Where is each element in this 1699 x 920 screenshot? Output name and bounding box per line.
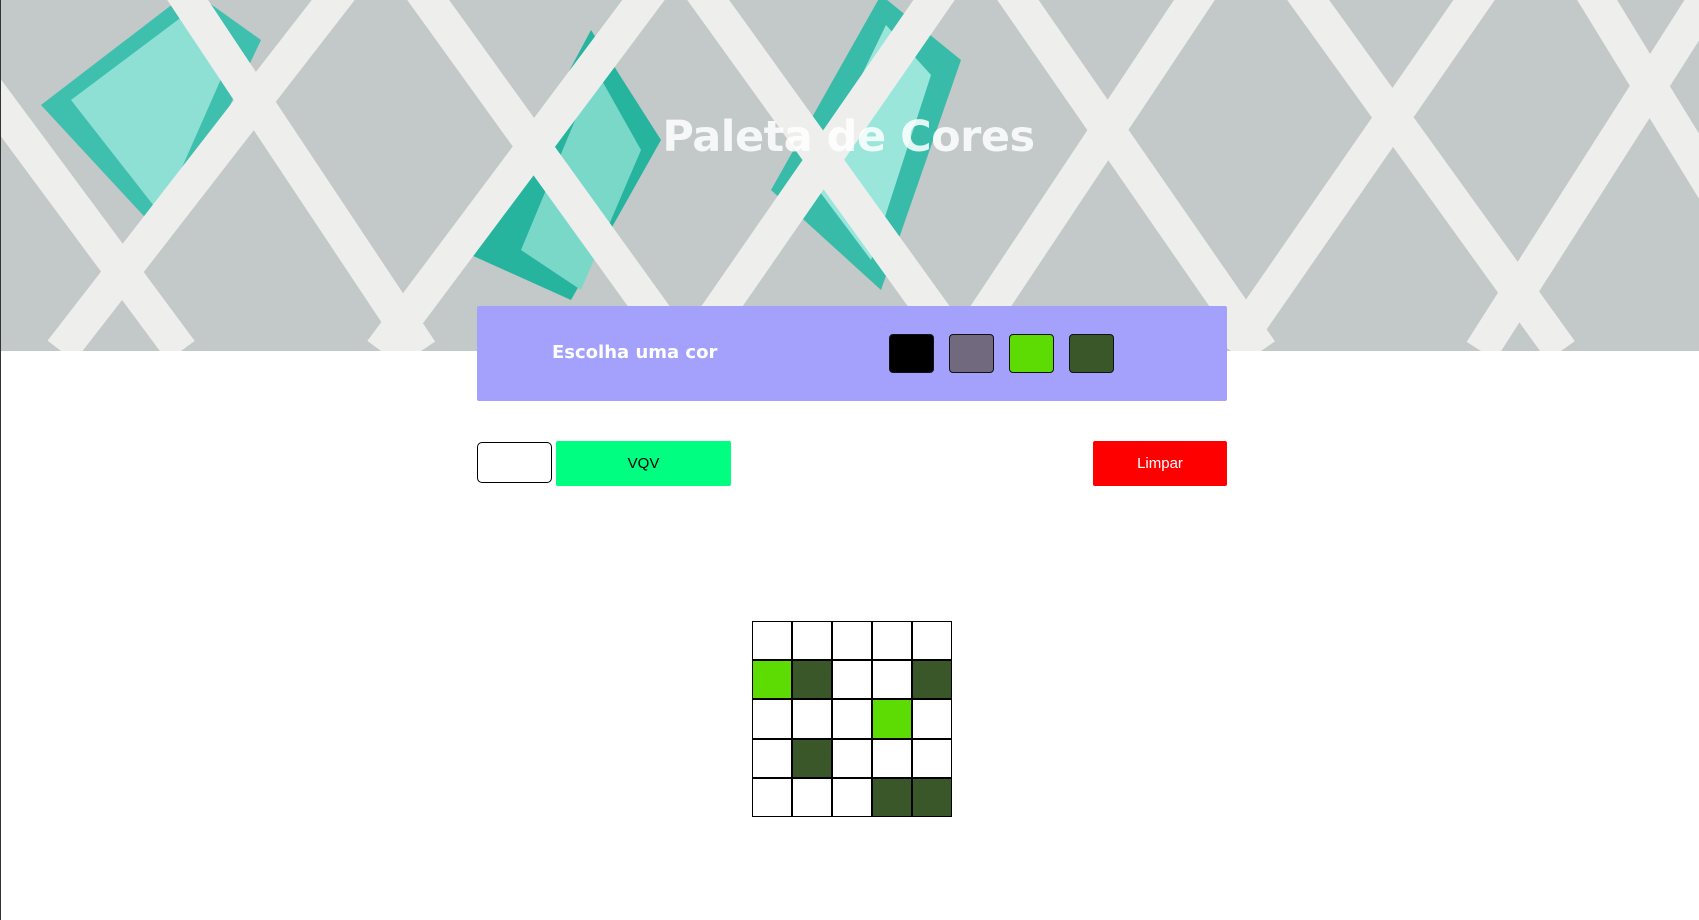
pixel[interactable] (912, 777, 952, 817)
pixel[interactable] (792, 777, 832, 817)
pixel[interactable] (792, 699, 832, 739)
pixel[interactable] (752, 777, 792, 817)
color-palette: Escolha uma cor (477, 306, 1227, 401)
pixel-board (752, 621, 952, 817)
pixel[interactable] (832, 699, 872, 739)
pixel[interactable] (752, 738, 792, 778)
pixel[interactable] (912, 738, 952, 778)
color-swatch-gray[interactable] (949, 334, 994, 373)
pixel[interactable] (792, 660, 832, 700)
clear-board-button[interactable]: Limpar (1093, 441, 1227, 486)
pixel[interactable] (832, 621, 872, 661)
pixel[interactable] (832, 777, 872, 817)
board-size-input[interactable] (477, 442, 552, 483)
pixel[interactable] (912, 621, 952, 661)
pixel[interactable] (792, 621, 832, 661)
palette-label: Escolha uma cor (552, 342, 718, 363)
pixel[interactable] (752, 660, 792, 700)
pixel[interactable] (872, 621, 912, 661)
pixel[interactable] (752, 699, 792, 739)
pixel[interactable] (872, 699, 912, 739)
pixel[interactable] (832, 738, 872, 778)
pixel[interactable] (912, 660, 952, 700)
page-title: Paleta de Cores (662, 112, 1035, 162)
color-swatch-light-green[interactable] (1009, 334, 1054, 373)
pixel[interactable] (872, 660, 912, 700)
generate-board-button[interactable]: VQV (556, 441, 731, 486)
pixel[interactable] (792, 738, 832, 778)
pixel[interactable] (872, 738, 912, 778)
pixel[interactable] (912, 699, 952, 739)
hero-banner (1, 0, 1699, 351)
pixel[interactable] (832, 660, 872, 700)
color-swatch-dark-green[interactable] (1069, 334, 1114, 373)
color-swatch-black[interactable] (889, 334, 934, 373)
pixel[interactable] (872, 777, 912, 817)
pixel[interactable] (752, 621, 792, 661)
lattice-background-image (1, 0, 1699, 351)
